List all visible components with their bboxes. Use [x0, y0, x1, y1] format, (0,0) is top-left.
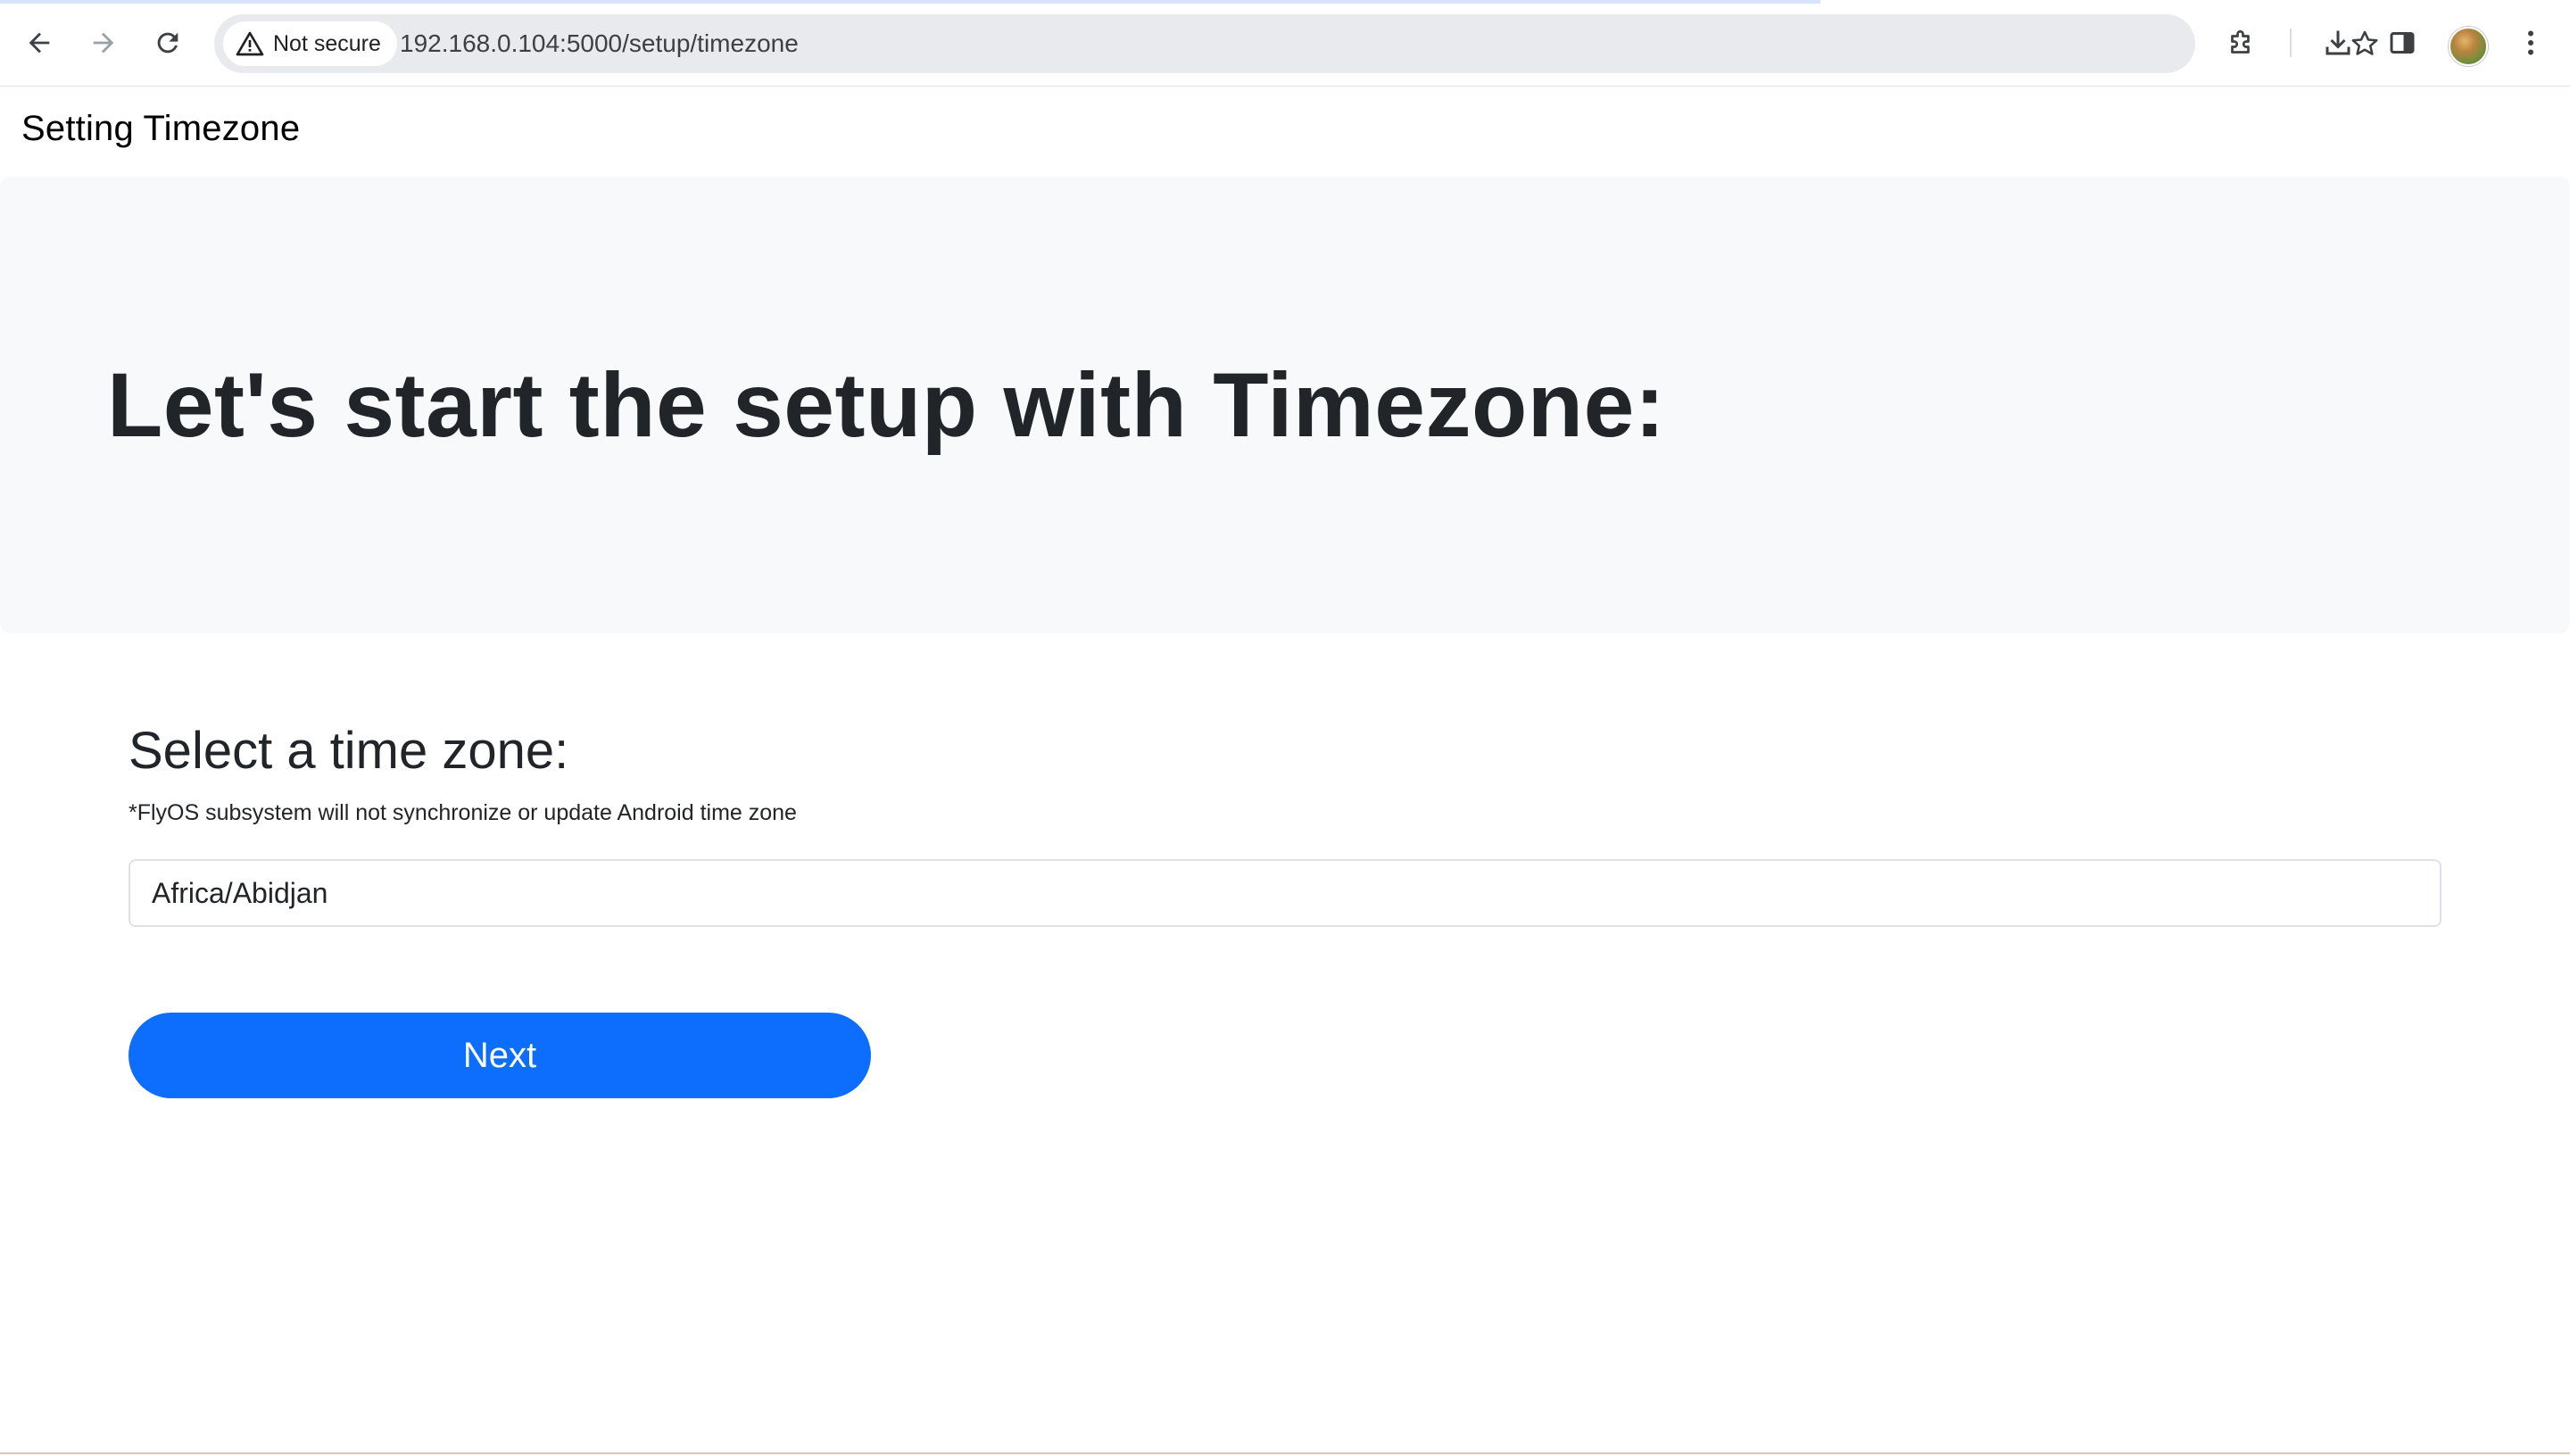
kebab-menu-icon: [2528, 30, 2533, 55]
arrow-left-icon: [29, 32, 50, 54]
avatar[interactable]: [2449, 27, 2488, 66]
timezone-note: *FlyOS subsystem will not synchronize or…: [128, 800, 797, 825]
window-bottom-edge: [0, 1452, 2570, 1454]
security-chip[interactable]: Not secure: [223, 21, 397, 66]
address-bar[interactable]: Not secure 192.168.0.104:5000/setup/time…: [214, 14, 2378, 73]
reload-icon: [157, 32, 178, 54]
security-label: Not secure: [273, 30, 381, 56]
arrow-right-icon: [93, 32, 114, 54]
browser-toolbar: Not secure 192.168.0.104:5000/setup/time…: [0, 0, 2570, 87]
warning-triangle-icon: [236, 31, 264, 56]
next-button[interactable]: Next: [128, 1013, 871, 1098]
side-panel-button[interactable]: [2381, 21, 2424, 64]
url-text[interactable]: 192.168.0.104:5000/setup/timezone: [400, 14, 799, 73]
navbar-title: Setting Timezone: [21, 109, 301, 148]
toolbar-divider: [2290, 29, 2292, 57]
page-load-progress: [0, 0, 1820, 4]
extensions-button[interactable]: [2220, 21, 2263, 64]
reload-button[interactable]: [146, 21, 189, 64]
downloads-button[interactable]: [2317, 21, 2359, 64]
back-button[interactable]: [18, 21, 61, 64]
puzzle-icon: [2231, 29, 2250, 54]
hero-section: Let's start the setup with Timezone:: [0, 177, 2570, 633]
download-icon: [2325, 30, 2350, 55]
timezone-form-title: Select a time zone:: [128, 722, 569, 780]
timezone-select[interactable]: Africa/Abidjan: [128, 859, 2442, 927]
forward-button[interactable]: [82, 21, 125, 64]
browser-menu-button[interactable]: [2509, 21, 2552, 64]
hero-heading: Let's start the setup with Timezone:: [107, 354, 1666, 456]
side-panel-icon: [2390, 32, 2415, 54]
